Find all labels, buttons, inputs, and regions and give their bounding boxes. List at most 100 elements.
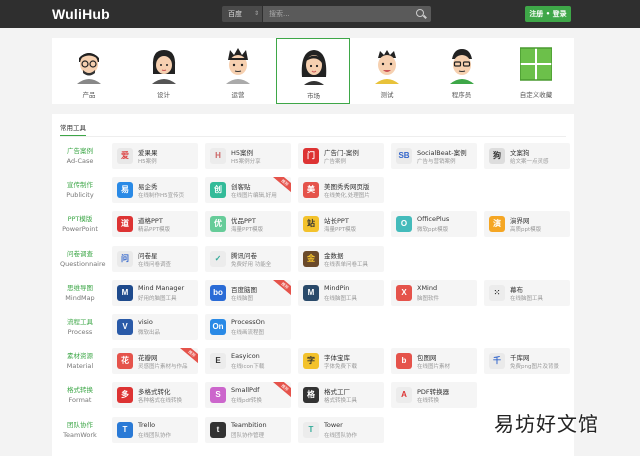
row-label: 流程工具 Process <box>60 318 100 337</box>
tool-tile[interactable]: 优优品PPT 海量PPT模版 <box>205 211 291 238</box>
tool-tile[interactable]: 千千库网 免费png图片及背景 <box>484 348 570 375</box>
tool-desc: 给文案一点灵感 <box>510 159 549 165</box>
category-glasses-man[interactable]: 产品 <box>52 38 126 104</box>
tool-name: Trello <box>138 420 156 429</box>
tool-tile[interactable]: 演演界网 高质ppt模版 <box>484 211 570 238</box>
tool-tile[interactable]: b 包图网 在线图片素材 <box>391 348 477 375</box>
tool-tile[interactable]: 创创客贴 在线图片编辑,好用 推荐 <box>205 177 291 204</box>
tool-tile[interactable]: 美美图秀秀网页版 在线美化,处理图片 <box>298 177 384 204</box>
tool-tile[interactable]: 问问卷星 在线问卷调查 <box>112 245 198 272</box>
tool-tile[interactable]: 狗文案狗 给文案一点灵感 <box>484 143 570 169</box>
tool-name: Mind Manager <box>138 283 185 292</box>
tool-desc: 在线转换 <box>417 398 440 405</box>
tool-logo-icon: T <box>117 421 133 438</box>
tool-desc: 在线脑图 <box>231 295 254 302</box>
tool-logo-icon: ✓ <box>210 250 226 267</box>
tool-desc: 字体免费下载 <box>324 364 358 371</box>
tool-name: 道格PPT <box>138 217 163 226</box>
category-label: 运营 <box>231 91 245 99</box>
tool-logo-icon: H <box>210 148 226 164</box>
site-logo[interactable]: WuliHub <box>52 6 110 22</box>
tool-desc: 微软出品 <box>138 330 161 336</box>
tool-desc: 在线制作H5宣传页 <box>138 193 185 200</box>
tool-tile[interactable]: M Mind Manager 好用的脑图工具 <box>112 279 198 306</box>
row-label-en: Process <box>67 328 93 336</box>
row-label-en: Publicity <box>66 191 94 200</box>
category-grid-icon[interactable]: 自定义收藏 <box>499 38 573 104</box>
tool-logo-icon: 格 <box>303 387 319 404</box>
search-icon[interactable] <box>416 9 424 17</box>
tool-tile[interactable]: ⁙ 幕布 在线脑图工具 <box>484 279 570 306</box>
tool-logo-icon: A <box>396 387 412 404</box>
category-panel: 产品 设计 运营 市场 测试 程序员 自定义收藏 <box>52 38 574 104</box>
tool-name: 多格式转化 <box>138 388 171 397</box>
tab-common-tools[interactable]: 常用工具 <box>60 122 86 136</box>
tool-tile[interactable]: E Easyicon 在线icon下载 <box>205 348 291 375</box>
row-label: 格式转换 Format <box>60 386 100 405</box>
tool-tile[interactable]: Vvisio 微软出品 <box>112 314 198 340</box>
row-label: 广告案例 Ad-Case <box>60 147 100 166</box>
tool-tile[interactable]: 字字体宝库 字体免费下载 <box>298 348 384 375</box>
tool-logo-icon: 千 <box>489 353 505 370</box>
caret-updown-icon: ⇕ <box>253 10 259 17</box>
tool-tile[interactable]: S SmallPdf 在线pdf转换 推荐 <box>205 382 291 409</box>
tool-tile[interactable]: 多多格式转化 各种格式在线转换 <box>112 382 198 409</box>
login-register-button[interactable]: 注册 • 登录 <box>525 6 571 22</box>
tool-desc: H5案例分享 <box>231 159 261 165</box>
row-label-cn: 流程工具 <box>67 318 93 326</box>
tool-tile[interactable]: 站站长PPT 海量PPT模版 <box>298 211 384 238</box>
tool-logo-icon: 站 <box>303 216 319 233</box>
tool-tile[interactable]: 门广告门-案例 广告案例 <box>298 143 384 169</box>
tool-tile[interactable]: 易易企秀 在线制作H5宣传页 <box>112 177 198 204</box>
tool-tile[interactable]: T Trello 在线团队协作 <box>112 416 198 443</box>
tool-tile[interactable]: 道道格PPT 精品PPT模版 <box>112 211 198 238</box>
tool-desc: 各种格式在线转换 <box>138 398 183 405</box>
tool-desc: 海量PPT模版 <box>324 227 356 234</box>
row-label-cn: 问卷调查 <box>67 249 93 258</box>
category-ponytail-woman[interactable]: 设计 <box>127 38 201 104</box>
category-label: 自定义收藏 <box>519 91 553 99</box>
tool-desc: 在线表单问卷工具 <box>324 261 369 268</box>
tool-logo-icon: 道 <box>117 216 133 233</box>
tool-desc: 在线脑图工具 <box>510 295 544 302</box>
tool-tile[interactable]: H H5案例 H5案例分享 <box>205 143 291 169</box>
tool-logo-icon: ⁙ <box>489 284 505 301</box>
tool-name: 包图网 <box>417 354 437 363</box>
tool-tile[interactable]: 格格式工厂 格式转换工具 <box>298 382 384 409</box>
category-spiky-man[interactable]: 运营 <box>201 38 275 104</box>
tool-tile[interactable]: O OfficePlus 微软ppt模版 <box>391 211 477 238</box>
row-label: PPT模版 PowerPoint <box>60 215 100 234</box>
tool-tile[interactable]: 金金数据 在线表单问卷工具 <box>298 245 384 272</box>
tool-tile[interactable]: On ProcessOn 在线画流程图 <box>205 314 291 340</box>
tool-tile[interactable]: t Teambition 团队协作管理 <box>205 416 291 443</box>
avatar-ponytail-woman-icon <box>148 46 180 84</box>
tool-tile[interactable]: SB SocialBeat-案例 广告与营销案例 <box>391 143 477 169</box>
tool-tile[interactable]: X XMind 脑图软件 <box>391 279 477 306</box>
tool-name: Tower <box>324 420 343 429</box>
category-label: 产品 <box>82 91 96 99</box>
tool-name: Teambition <box>231 420 267 429</box>
tool-desc: 团队协作管理 <box>231 432 265 439</box>
tool-tile[interactable]: ✓ 腾讯问卷 免费好用 功能全 <box>205 245 291 272</box>
tool-tile[interactable]: M MindPin 在线脑图工具 <box>298 279 384 306</box>
top-bar: WuliHub 百度 ⇕ 搜索... 注册 • 登录 <box>0 0 640 28</box>
tool-name: Easyicon <box>231 352 260 361</box>
tool-desc: 广告与营销案例 <box>417 159 456 165</box>
tool-tile[interactable]: 爱爱果果 H5案例 <box>112 143 198 169</box>
tool-logo-icon: b <box>396 353 412 370</box>
category-glasses-man-2[interactable]: 程序员 <box>425 38 499 104</box>
tool-tile[interactable]: 花花瓣网 灵感图片素材与作品 推荐 <box>112 348 198 375</box>
tool-name: 字体宝库 <box>324 354 350 363</box>
search-engine-select[interactable]: 百度 ⇕ <box>222 6 262 22</box>
category-bald-man[interactable]: 测试 <box>350 38 424 104</box>
search-input[interactable]: 搜索... <box>263 6 431 22</box>
row-label-en: MindMap <box>65 293 95 302</box>
tool-tile[interactable]: T Tower 在线团队协作 <box>298 416 384 443</box>
category-label: 测试 <box>380 91 394 99</box>
tool-logo-icon: 金 <box>303 250 319 267</box>
category-long-hair-woman[interactable]: 市场 <box>275 38 350 104</box>
tool-tile[interactable]: bo 百度脑图 在线脑图 推荐 <box>205 279 291 306</box>
tool-logo-icon: 演 <box>489 216 505 233</box>
tool-tile[interactable]: A PDF转换器 在线转换 <box>391 382 477 409</box>
tool-logo-icon: 门 <box>303 148 319 164</box>
